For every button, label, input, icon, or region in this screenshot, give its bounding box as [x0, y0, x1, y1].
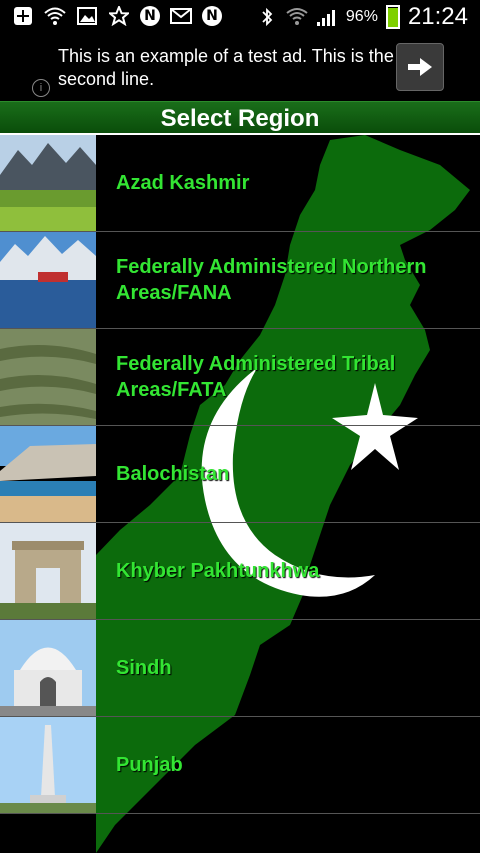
region-label[interactable]: Sindh — [116, 655, 470, 681]
region-thumbnail — [0, 232, 96, 328]
ad-container[interactable]: This is an example of a test ad. This is… — [26, 35, 454, 99]
region-label[interactable]: Balochistan — [116, 461, 470, 487]
region-thumbnail — [0, 717, 96, 813]
region-thumbnail — [0, 135, 96, 231]
battery-percent: 96% — [345, 8, 378, 25]
region-item-balochistan[interactable]: Balochistan — [0, 426, 480, 523]
region-item-sindh[interactable]: Sindh — [0, 620, 480, 717]
n-app-icon: N — [140, 6, 160, 26]
region-label[interactable]: Federally Administered Northern Areas/FA… — [116, 254, 470, 306]
region-label[interactable]: Azad Kashmir — [116, 170, 470, 196]
region-thumbnail — [0, 329, 96, 425]
ad-banner[interactable]: This is an example of a test ad. This is… — [0, 33, 480, 101]
gmail-icon — [170, 6, 192, 26]
notification-icons: N N — [12, 6, 222, 26]
n-app-icon: N — [202, 6, 222, 26]
region-item-khyber-pakhtunkhwa[interactable]: Khyber Pakhtunkhwa — [0, 523, 480, 620]
region-label[interactable]: Khyber Pakhtunkhwa — [116, 558, 470, 584]
battery-level-fill — [387, 7, 398, 27]
ad-info-icon[interactable]: i — [32, 79, 50, 97]
region-label[interactable]: Federally Administered Tribal Areas/FATA — [116, 351, 470, 403]
cell-signal-icon — [316, 7, 338, 27]
ad-text[interactable]: This is an example of a test ad. This is… — [58, 45, 398, 91]
wifi-icon — [44, 6, 66, 26]
region-thumbnail — [0, 426, 96, 522]
region-thumbnail — [0, 523, 96, 619]
ad-action-button[interactable] — [396, 43, 444, 91]
region-thumbnail — [0, 620, 96, 716]
region-item-azad-kashmir[interactable]: Azad Kashmir — [0, 135, 480, 232]
bluetooth-icon — [256, 7, 278, 27]
clock: 21:24 — [407, 3, 468, 30]
region-label[interactable]: Punjab — [116, 752, 470, 778]
region-item-fana[interactable]: Federally Administered Northern Areas/FA… — [0, 232, 480, 329]
arrow-right-icon — [408, 58, 432, 76]
status-bar: N N 96% 21:24 — [0, 0, 480, 33]
page-title: Select Region — [160, 105, 320, 132]
title-bar: Select Region — [0, 101, 480, 135]
region-item-fata[interactable]: Federally Administered Tribal Areas/FATA — [0, 329, 480, 426]
plus-icon — [12, 6, 34, 26]
battery-icon — [385, 5, 400, 29]
picture-icon — [76, 6, 98, 26]
region-item-punjab[interactable]: Punjab — [0, 717, 480, 814]
star-icon — [108, 6, 130, 26]
system-icons: 96% 21:24 — [256, 3, 468, 31]
wifi-signal-icon — [286, 7, 308, 27]
